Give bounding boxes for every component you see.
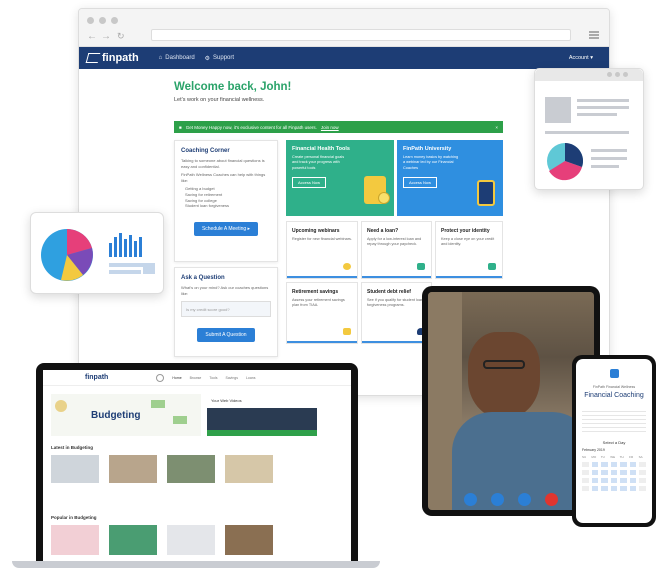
phone-description xyxy=(582,407,646,432)
laptop-nav-item[interactable]: Home xyxy=(172,376,181,380)
video-thumbnail[interactable] xyxy=(167,525,215,555)
laptop: finpath Home Browse Tools Savings Loans … xyxy=(36,363,358,563)
gear-icon: ⚙ xyxy=(204,55,211,62)
coaching-intro: Talking to someone about financial quest… xyxy=(181,158,265,169)
video-call-screen xyxy=(428,292,594,510)
video-thumbnail[interactable] xyxy=(225,525,273,555)
home-icon: ⌂ xyxy=(158,55,163,61)
finpath-logo[interactable]: finpath xyxy=(85,52,139,64)
money-icon xyxy=(417,263,425,270)
submit-question-button[interactable]: Submit A Question xyxy=(197,328,255,343)
upcoming-webinars-tile[interactable]: Upcoming webinars Register for new financ… xyxy=(286,221,358,279)
coaching-list-intro: FinPath Wellness Coaches can help with t… xyxy=(181,172,266,183)
pie-bar-illustration-icon xyxy=(41,229,155,281)
mic-icon[interactable] xyxy=(491,492,504,506)
ask-question-card: Ask a Question What's on your mind? Ask … xyxy=(174,267,278,357)
nav-support[interactable]: ⚙ Support xyxy=(205,55,234,62)
video-thumbnail[interactable] xyxy=(225,455,273,483)
ask-title: Ask a Question xyxy=(181,275,225,281)
account-menu[interactable]: Account ▾ xyxy=(569,55,593,61)
info-icon: ■ xyxy=(179,124,182,130)
chart-bars-icon xyxy=(343,328,351,335)
coin-icon xyxy=(378,192,390,204)
video-thumbnail[interactable] xyxy=(167,455,215,483)
video-thumbnail[interactable] xyxy=(51,455,99,483)
id-card-icon xyxy=(488,263,496,270)
forward-arrow-icon[interactable]: → xyxy=(101,31,111,42)
coaching-title: Coaching Corner xyxy=(181,148,230,154)
end-call-icon[interactable] xyxy=(545,492,558,506)
budgeting-hero: Budgeting xyxy=(51,394,201,436)
laptop-nav-item[interactable]: Savings xyxy=(226,376,238,380)
glasses xyxy=(483,360,525,369)
laptop-nav-item[interactable]: Browse xyxy=(190,376,202,380)
person-head xyxy=(468,332,540,418)
refresh-icon[interactable]: ↻ xyxy=(117,31,125,42)
money-icon xyxy=(173,416,187,424)
retirement-savings-tile[interactable]: Retirement savings Assess your retirement… xyxy=(286,282,358,344)
url-bar[interactable] xyxy=(151,29,571,41)
laptop-nav-item[interactable]: Loans xyxy=(246,376,256,380)
question-input[interactable]: Is my credit score good? xyxy=(181,301,271,318)
call-controls xyxy=(428,488,594,510)
access-now-button[interactable]: Access Now xyxy=(292,176,327,188)
finpath-mark-icon xyxy=(609,369,619,378)
laptop-header: finpath Home Browse Tools Savings Loans xyxy=(43,370,351,386)
coin-icon xyxy=(55,400,67,412)
welcome-subtitle: Let's work on your financial wellness. xyxy=(174,97,265,103)
app-header: finpath ⌂ Dashboard ⚙ Support Account ▾ xyxy=(79,47,609,69)
finpath-university-card[interactable]: FinPath University Learn money basics by… xyxy=(397,140,503,216)
money-icon xyxy=(151,400,165,408)
trophy-icon xyxy=(343,263,351,270)
phone: FinPath Financial Wellness Financial Coa… xyxy=(572,355,656,527)
laptop-nav-item[interactable]: Tools xyxy=(209,376,217,380)
protect-identity-tile[interactable]: Protect your identity Keep a close eye on… xyxy=(435,221,503,279)
calendar-grid[interactable] xyxy=(582,461,646,491)
report-titlebar xyxy=(535,69,643,81)
phone-screen: FinPath Financial Wellness Financial Coa… xyxy=(576,359,652,523)
report-card xyxy=(534,68,644,190)
banner-join-link[interactable]: Join now xyxy=(321,125,339,130)
report-illustration-icon xyxy=(545,97,629,181)
window-dot-icon[interactable] xyxy=(87,17,94,24)
section-title: Popular in Budgeting xyxy=(51,515,97,520)
finpath-mark-icon xyxy=(85,53,101,63)
phone-title: Financial Coaching xyxy=(584,392,644,399)
video-banner[interactable]: Your Web Videos xyxy=(207,398,317,436)
browser-chrome: ← → ↻ xyxy=(79,9,609,47)
window-dot-icon[interactable] xyxy=(111,17,118,24)
need-a-loan-tile[interactable]: Need a loan? Apply for a low-interest loa… xyxy=(361,221,432,279)
schedule-meeting-button[interactable]: Schedule A Meeting ▸ xyxy=(193,221,259,236)
camera-icon[interactable] xyxy=(464,492,477,506)
access-now-button[interactable]: Access Now xyxy=(403,176,438,188)
chat-icon[interactable] xyxy=(518,492,531,506)
video-thumbnail[interactable] xyxy=(51,525,99,555)
analytics-card xyxy=(30,212,164,294)
close-icon[interactable]: × xyxy=(495,125,498,130)
video-thumbnail[interactable] xyxy=(109,525,157,555)
coaching-corner-card: Coaching Corner Talking to someone about… xyxy=(174,140,278,262)
section-title: Latest in Budgeting xyxy=(51,445,93,450)
coaching-item: Student loan forgiveness xyxy=(185,203,230,209)
back-arrow-icon[interactable]: ← xyxy=(87,31,97,42)
ask-intro: What's on your mind? Ask our coaches que… xyxy=(181,285,269,296)
laptop-logo[interactable]: finpath xyxy=(85,374,108,381)
video-thumbnail[interactable] xyxy=(109,455,157,483)
welcome-heading: Welcome back, John! xyxy=(174,81,292,93)
window-dot-icon[interactable] xyxy=(99,17,106,24)
phone-illustration-icon xyxy=(477,180,495,206)
search-icon[interactable] xyxy=(156,373,165,382)
promo-banner: ■ Get Money Happy now, it's exclusive co… xyxy=(174,121,503,133)
calendar-weekdays: SU MO TU WE TH FR SA xyxy=(582,454,643,459)
phone-logo xyxy=(576,365,652,383)
nav-dashboard[interactable]: ⌂ Dashboard xyxy=(159,55,195,61)
browser-menu-icon[interactable] xyxy=(589,31,599,39)
financial-health-tools-card[interactable]: Financial Health Tools Create personal f… xyxy=(286,140,394,216)
laptop-screen: finpath Home Browse Tools Savings Loans … xyxy=(43,370,351,563)
laptop-base xyxy=(12,561,380,568)
